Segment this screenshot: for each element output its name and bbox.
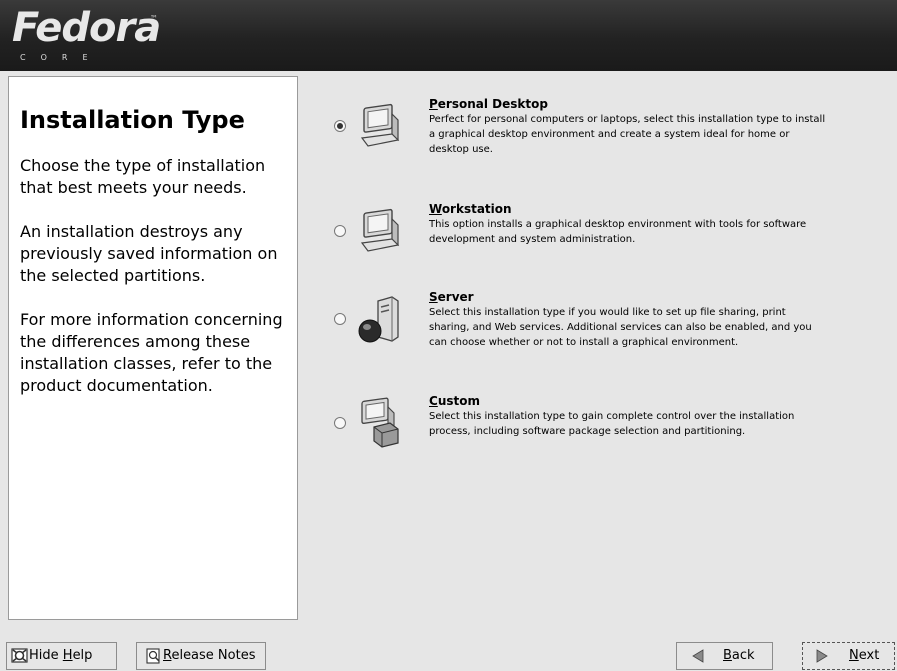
help-paragraph: Choose the type of installation that bes… <box>20 156 266 197</box>
hide-help-label: Hide Help <box>29 648 93 663</box>
release-notes-icon <box>146 648 160 664</box>
option-title: Personal Desktop <box>429 97 548 111</box>
option-workstation[interactable]: Workstation This option installs a graph… <box>330 201 890 271</box>
option-server[interactable]: Server Select this installation type if … <box>330 289 890 359</box>
back-arrow-icon <box>692 649 704 663</box>
option-title: Workstation <box>429 202 512 216</box>
back-button[interactable]: Back <box>676 642 773 670</box>
help-panel: Installation Type Choose the type of ins… <box>8 76 298 620</box>
hide-help-button[interactable]: Hide Help <box>6 642 117 670</box>
option-description: Perfect for personal computers or laptop… <box>429 114 826 155</box>
help-icon <box>11 648 28 663</box>
option-description: This option installs a graphical desktop… <box>429 219 807 245</box>
back-label: Back <box>723 648 755 663</box>
radio-personal-desktop[interactable] <box>334 120 346 132</box>
radio-custom[interactable] <box>334 417 346 429</box>
help-paragraph: For more information concerning the diff… <box>20 310 283 395</box>
option-description: Select this installation type if you wou… <box>429 307 812 348</box>
logo-subtitle: CORE <box>20 53 103 62</box>
release-notes-label: Release Notes <box>163 648 256 663</box>
option-title: Custom <box>429 394 480 408</box>
next-arrow-icon <box>816 649 828 663</box>
radio-server[interactable] <box>334 313 346 325</box>
option-description: Select this installation type to gain co… <box>429 411 795 437</box>
option-title: Server <box>429 290 474 304</box>
desktop-computer-icon <box>360 103 400 147</box>
next-label: Next <box>849 648 880 663</box>
logo-trademark: ™ <box>150 14 158 23</box>
fedora-logo: Fedora <box>12 5 161 51</box>
custom-computer-box-icon <box>361 397 399 448</box>
workstation-computer-icon <box>360 208 400 252</box>
option-custom[interactable]: Custom Select this installation type to … <box>330 393 890 463</box>
server-globe-icon <box>358 296 399 343</box>
release-notes-button[interactable]: Release Notes <box>136 642 266 670</box>
header-banner: Fedora ™ CORE <box>0 0 897 71</box>
option-personal-desktop[interactable]: Personal Desktop Perfect for personal co… <box>330 96 890 166</box>
help-title: Installation Type <box>20 106 245 134</box>
radio-workstation[interactable] <box>334 225 346 237</box>
help-paragraph: An installation destroys any previously … <box>20 222 278 285</box>
next-button[interactable]: Next <box>802 642 895 670</box>
